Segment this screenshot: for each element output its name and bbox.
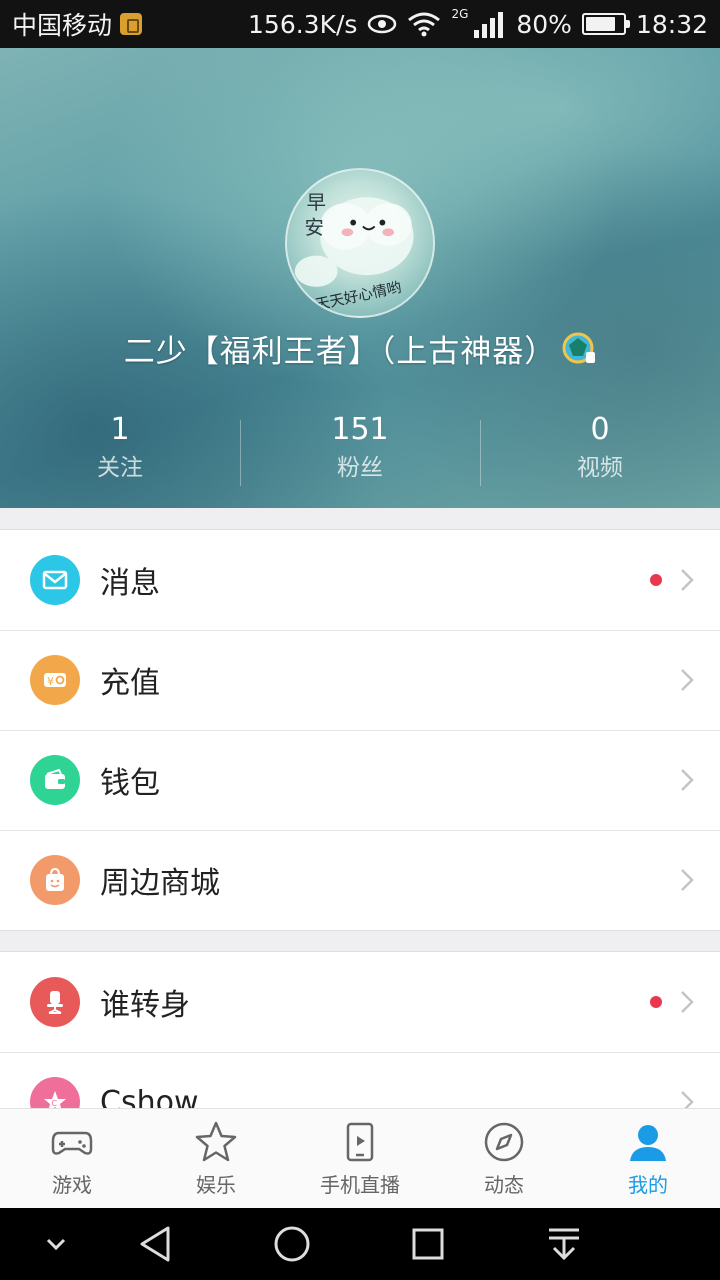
gamepad-icon xyxy=(51,1131,93,1155)
eye-icon xyxy=(368,14,397,34)
carrier-name: 中国移动 xyxy=(12,11,113,40)
home-icon[interactable] xyxy=(272,1224,312,1264)
profile-header: 早 安 天天好心情哟 二少【福利王者】（上古神器） 1 关注 151 粉丝 0 … xyxy=(0,48,720,508)
stat-label: 视频 xyxy=(577,455,623,481)
tab-me[interactable]: 我的 xyxy=(576,1109,720,1208)
person-icon xyxy=(630,1125,666,1161)
menu-label: 充值 xyxy=(100,666,160,701)
tab-label: 动态 xyxy=(484,1173,524,1197)
star-icon xyxy=(195,1121,237,1162)
menu-label: Cshow xyxy=(100,1084,199,1109)
chevron-right-icon xyxy=(681,769,694,791)
tab-label: 手机直播 xyxy=(320,1173,400,1197)
stat-following[interactable]: 1 关注 xyxy=(0,410,240,486)
recharge-icon: ¥ xyxy=(30,655,80,705)
android-nav-bar xyxy=(0,1208,720,1280)
avatar-image: 早 安 天天好心情哟 xyxy=(294,191,414,314)
tab-feed[interactable]: 动态 xyxy=(432,1109,576,1208)
tab-label: 游戏 xyxy=(52,1173,92,1197)
menu-group-account: 消息 ¥ 充值 钱包 周边商城 xyxy=(0,529,720,931)
tab-label: 娱乐 xyxy=(196,1173,236,1197)
menu-item-recharge[interactable]: ¥ 充值 xyxy=(0,630,720,730)
stat-label: 粉丝 xyxy=(337,455,383,481)
chevron-down-icon[interactable] xyxy=(36,1224,76,1264)
stat-label: 关注 xyxy=(97,455,143,481)
battery-percent: 80% xyxy=(516,9,572,39)
menu-item-who-turns[interactable]: 谁转身 xyxy=(0,952,720,1052)
menu-item-cshow[interactable]: C Cshow xyxy=(0,1052,720,1108)
chevron-right-icon xyxy=(681,991,694,1013)
svg-text:C: C xyxy=(52,1099,58,1108)
tab-label: 我的 xyxy=(628,1173,668,1197)
chevron-right-icon xyxy=(681,669,694,691)
avatar[interactable]: 早 安 天天好心情哟 xyxy=(285,168,435,318)
chevron-right-icon xyxy=(681,869,694,891)
clock: 18:32 xyxy=(635,9,708,39)
sim-lock-icon xyxy=(120,13,143,35)
compass-icon xyxy=(484,1122,524,1162)
profile-stats: 1 关注 151 粉丝 0 视频 xyxy=(0,410,720,486)
menu-label: 周边商城 xyxy=(100,866,220,901)
menu-item-messages[interactable]: 消息 xyxy=(0,530,720,630)
menu-label: 谁转身 xyxy=(100,988,190,1023)
battery-icon xyxy=(581,13,630,35)
avatar-text-1: 早 xyxy=(306,191,325,214)
stat-videos[interactable]: 0 视频 xyxy=(480,410,720,486)
carrier-area: 中国移动 xyxy=(12,6,143,42)
wifi-icon xyxy=(408,12,441,37)
notification-dot xyxy=(650,996,662,1008)
status-bar: 中国移动 156.3K/s 2G 80% 18:32 xyxy=(0,0,720,48)
stat-value: 151 xyxy=(331,412,389,447)
phone-play-icon xyxy=(346,1122,374,1162)
menu-group-features: 谁转身 C Cshow xyxy=(0,951,720,1108)
menu-label: 消息 xyxy=(100,566,160,601)
wallet-icon xyxy=(30,755,80,805)
status-indicators: 156.3K/s 2G 80% 18:32 xyxy=(248,7,708,39)
star-badge-icon: C xyxy=(30,1077,80,1108)
stat-value: 0 xyxy=(590,412,610,447)
username: 二少【福利王者】（上古神器） xyxy=(123,334,557,370)
menu-label: 钱包 xyxy=(100,766,160,801)
network-speed: 156.3K/s xyxy=(248,9,358,39)
username-row: 二少【福利王者】（上古神器） xyxy=(0,326,720,371)
chevron-right-icon xyxy=(681,1091,694,1108)
mail-icon xyxy=(30,555,80,605)
chair-icon xyxy=(30,977,80,1027)
chevron-right-icon xyxy=(681,569,694,591)
tab-entertainment[interactable]: 娱乐 xyxy=(144,1109,288,1208)
level-badge-icon xyxy=(562,332,596,363)
tab-games[interactable]: 游戏 xyxy=(0,1109,144,1208)
notification-dot xyxy=(650,574,662,586)
menu-item-shop[interactable]: 周边商城 xyxy=(0,830,720,930)
svg-text:¥: ¥ xyxy=(47,675,54,688)
signal-icon xyxy=(474,12,504,38)
bottom-tab-bar: 游戏 娱乐 手机直播 动态 我的 xyxy=(0,1108,720,1208)
stat-value: 1 xyxy=(110,412,130,447)
network-type: 2G xyxy=(451,7,469,21)
avatar-text-2: 安 xyxy=(305,216,324,239)
back-icon[interactable] xyxy=(136,1224,176,1264)
pull-down-icon[interactable] xyxy=(544,1224,584,1264)
recents-icon[interactable] xyxy=(408,1224,448,1264)
tab-mobile-live[interactable]: 手机直播 xyxy=(288,1109,432,1208)
shopping-bag-icon xyxy=(30,855,80,905)
menu-item-wallet[interactable]: 钱包 xyxy=(0,730,720,830)
stat-fans[interactable]: 151 粉丝 xyxy=(240,410,480,486)
